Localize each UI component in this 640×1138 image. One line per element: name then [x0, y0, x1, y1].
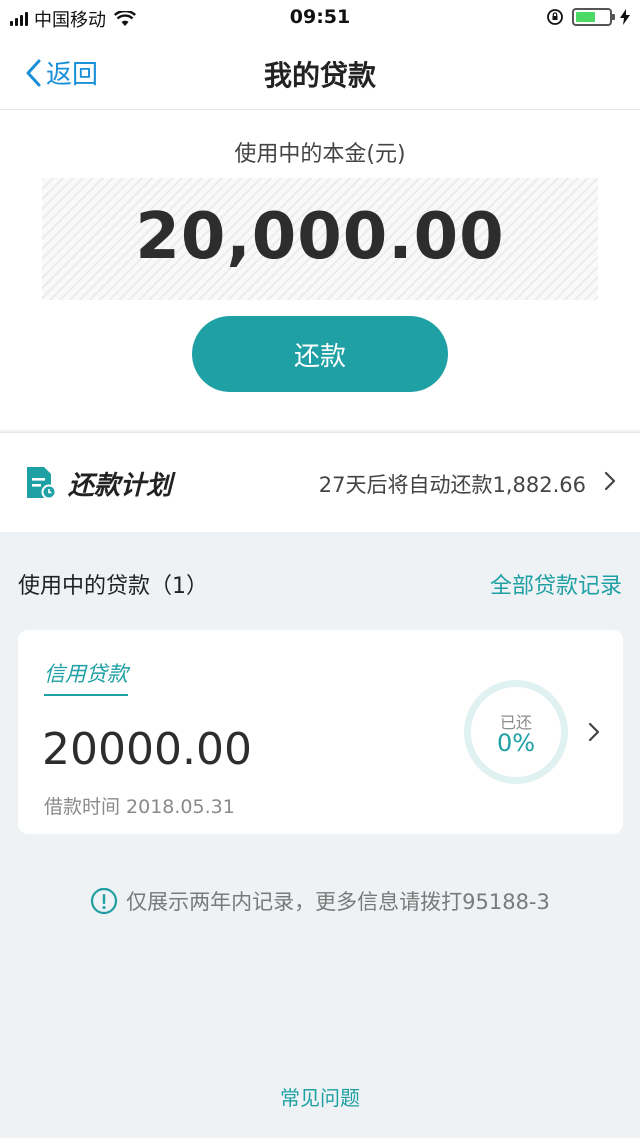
repayment-plan-row[interactable]: 还款计划 27天后将自动还款1,882.66: [0, 432, 640, 532]
loan-card[interactable]: 信用贷款 20000.00 借款时间 2018.05.31 已还 0%: [18, 630, 623, 834]
repaid-percent: 0%: [496, 729, 536, 757]
repayment-plan-title: 还款计划: [68, 471, 173, 501]
chevron-right-icon: [588, 722, 600, 742]
orientation-lock-icon: [547, 9, 563, 25]
loans-section-title: 使用中的贷款（1）: [18, 574, 208, 599]
battery-icon: [572, 8, 615, 26]
chevron-right-icon: [604, 471, 616, 491]
status-bar: 中国移动 09:51: [0, 0, 640, 36]
loan-type: 信用贷款: [44, 658, 128, 696]
page-title: 我的贷款: [263, 59, 376, 92]
nav-bar: 返回 我的贷款: [0, 36, 640, 110]
principal-section: 使用中的本金(元) 20,000.00 还款: [0, 110, 640, 430]
principal-amount-box: 20,000.00: [42, 178, 598, 300]
all-records-link[interactable]: 全部贷款记录: [490, 568, 622, 600]
battery-fill: [576, 12, 596, 22]
loan-amount: 20000.00: [42, 724, 252, 775]
repayment-plan-info: 27天后将自动还款1,882.66: [318, 473, 586, 497]
faq-link[interactable]: 常见问题: [0, 1082, 640, 1111]
principal-label: 使用中的本金(元): [234, 142, 406, 167]
charging-icon: [620, 9, 630, 25]
repaid-progress-ring: 已还 0%: [464, 680, 568, 784]
record-notice: 仅展示两年内记录，更多信息请拨打95188-3: [0, 886, 640, 916]
loans-list-header: 使用中的贷款（1） 全部贷款记录: [0, 532, 640, 628]
loan-date: 借款时间 2018.05.31: [44, 796, 235, 818]
repay-button[interactable]: 还款: [192, 316, 448, 392]
notice-text: 仅展示两年内记录，更多信息请拨打95188-3: [126, 890, 550, 914]
status-time: 09:51: [289, 6, 351, 28]
status-right: [546, 8, 630, 26]
info-icon: [91, 887, 118, 915]
principal-amount: 20,000.00: [135, 200, 505, 274]
repayment-plan-icon: [27, 467, 57, 500]
